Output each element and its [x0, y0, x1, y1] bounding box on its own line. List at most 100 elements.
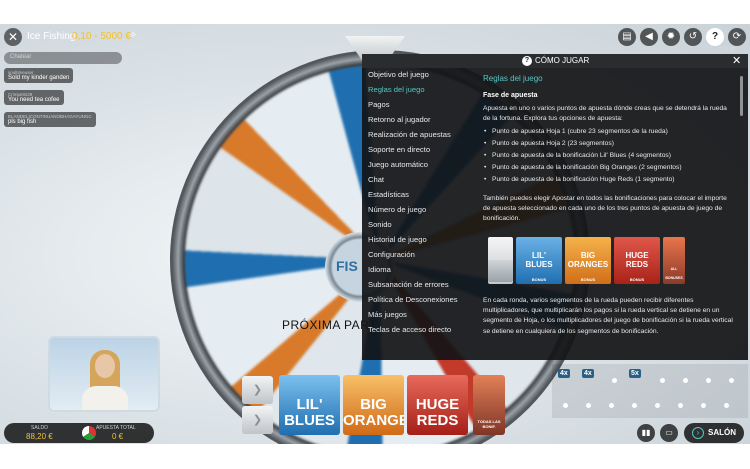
card-label: BIG ORANGES: [343, 396, 404, 429]
help-icon[interactable]: ?: [706, 28, 724, 46]
board-dot: [655, 403, 660, 408]
balance-box: SALDO 88,20 € APUESTA TOTAL 0 €: [4, 423, 154, 443]
how-to-play-panel: ? CÓMO JUGAR ✕ Objetivo del juego Reglas…: [362, 54, 748, 360]
nav-item[interactable]: Sonido: [368, 220, 392, 229]
clock-text: 17:46:30: [716, 47, 736, 53]
bullet-item: Punto de apuesta Hoja 2 (23 segmentos): [484, 140, 614, 147]
chat-message: soultimeuser Sold my kinder ganden: [4, 68, 74, 83]
board-dot: [586, 403, 591, 408]
multiplier-badge: 4x: [582, 369, 594, 378]
nav-item[interactable]: Pagos: [368, 100, 390, 109]
thumb-sub: BONUS: [629, 277, 645, 282]
board-dot: [706, 378, 711, 383]
board-dot: [683, 378, 688, 383]
help-title: CÓMO JUGAR: [535, 56, 590, 65]
board-dot: [724, 403, 729, 408]
big-oranges-bet-spot[interactable]: BIG ORANGES: [343, 375, 404, 435]
leaf-2-bet-spot[interactable]: ❯: [242, 406, 273, 434]
question-icon: ?: [522, 56, 532, 66]
presenter-video[interactable]: [48, 336, 160, 412]
thumb-sub: BONUS: [580, 277, 596, 282]
top-bar: ✕ Ice Fishing 0,10 - 5000 € ✧ ▤ ◀ ✹ ↺ ? …: [0, 24, 750, 50]
leaf-1-bet-spot[interactable]: ❯: [242, 376, 273, 404]
fullscreen-icon[interactable]: ⟳: [728, 28, 746, 46]
board-dot: [660, 378, 665, 383]
lobby-button[interactable]: › SALÓN: [684, 423, 744, 443]
video-icon[interactable]: ▭: [660, 424, 678, 442]
bet-limits[interactable]: 0,10 - 5000 €: [72, 31, 131, 42]
nav-item[interactable]: Retorno al jugador: [368, 115, 430, 124]
statistics-icon[interactable]: ▮▮: [637, 424, 655, 442]
huge-reds-thumb: HUGE REDS BONUS: [614, 237, 660, 284]
all-bonus-paragraph: También puedes elegir Apostar en todos l…: [483, 195, 727, 223]
nav-item[interactable]: Objetivo del juego: [368, 70, 429, 79]
board-dot: [563, 403, 568, 408]
card-label: LIL' BLUES: [284, 396, 335, 429]
all-bonuses-bet-spot[interactable]: TODAS LAS BONIF.: [473, 375, 505, 435]
thumb-label: LIL' BLUES: [525, 251, 553, 269]
thumb-label: BIG ORANGES: [567, 251, 609, 269]
chat-input[interactable]: Chatear: [4, 52, 122, 64]
multiplier-badge: 5x: [629, 369, 641, 378]
nav-item[interactable]: Número de juego: [368, 205, 426, 214]
board-dot: [609, 403, 614, 408]
nav-item[interactable]: Estadísticas: [368, 190, 409, 199]
multiplier-paragraph: En cada ronda, varios segmentos de la ru…: [483, 297, 733, 335]
side-spot-thumb: [488, 260, 513, 282]
scrollbar[interactable]: [740, 76, 743, 116]
lil-blues-thumb: LIL' BLUES BONUS: [516, 237, 562, 284]
nav-item[interactable]: Historial de juego: [368, 235, 427, 244]
history-icon[interactable]: ↺: [684, 28, 702, 46]
nav-item-active[interactable]: Reglas del juego: [368, 85, 425, 94]
board-dot: [729, 378, 734, 383]
bullet-item: Punto de apuesta de la bonificación Lil'…: [484, 152, 671, 159]
balance-value: 88,20 €: [26, 432, 53, 441]
nav-item[interactable]: Política de Desconexiones: [368, 295, 458, 304]
nav-item[interactable]: Chat: [368, 175, 384, 184]
help-content: Reglas del juego Fase de apuesta Apuesta…: [478, 70, 734, 360]
arrow-right-icon: ›: [692, 427, 704, 439]
bullet-item: Punto de apuesta de la bonificación Huge…: [484, 176, 675, 183]
chat-text: Sold my kinder ganden: [8, 75, 70, 81]
favorite-icon[interactable]: ✧: [129, 30, 137, 41]
close-icon[interactable]: ✕: [732, 54, 741, 67]
nav-item[interactable]: Idioma: [368, 265, 391, 274]
presenter-head: [95, 354, 115, 378]
sound-icon[interactable]: ◀: [640, 28, 658, 46]
lil-blues-bet-spot[interactable]: LIL' BLUES: [279, 375, 340, 435]
nav-item[interactable]: Juego automático: [368, 160, 428, 169]
nav-item[interactable]: Configuración: [368, 250, 415, 259]
thumb-label: HUGE REDS: [625, 251, 649, 269]
balance-label: SALDO: [31, 425, 48, 431]
all-bonuses-thumb: ALL BONUSES: [663, 237, 685, 284]
nav-item[interactable]: Teclas de acceso directo: [368, 325, 451, 334]
game-title: Ice Fishing: [27, 31, 76, 42]
huge-reds-bet-spot[interactable]: HUGE REDS: [407, 375, 468, 435]
settings-icon[interactable]: ✹: [662, 28, 680, 46]
nav-item[interactable]: Soporte en directo: [368, 145, 430, 154]
card-label: TODAS LAS BONIF.: [477, 419, 501, 429]
big-oranges-thumb: BIG ORANGES BONUS: [565, 237, 611, 284]
board-dot: [612, 378, 617, 383]
chat-message: Crimpetin29 You need tea cofee: [4, 90, 64, 105]
wheel-hub-text: FIS: [336, 258, 358, 274]
presenter-body: [82, 386, 128, 410]
board-dot: [632, 403, 637, 408]
intro-paragraph: Apuesta en uno o varios puntos de apuest…: [483, 105, 727, 123]
chat-text: pls big fish: [8, 119, 37, 125]
total-bet-label: APUESTA TOTAL: [96, 425, 136, 431]
chat-message: ELANDELICONTINUANOBHAGAYUNGC pls big fis…: [4, 112, 96, 127]
nav-item[interactable]: Subsanación de errores: [368, 280, 449, 289]
help-header: ? CÓMO JUGAR ✕: [362, 54, 748, 68]
thumb-label: ALL BONUSES: [665, 267, 683, 280]
chips-icon[interactable]: [82, 426, 96, 440]
bullet-item: Punto de apuesta Hoja 1 (cubre 23 segmen…: [484, 128, 668, 135]
phase-title: Fase de apuesta: [483, 92, 538, 99]
multiplier-badge: 4x: [558, 369, 570, 378]
thumb-sub: BONUS: [531, 277, 547, 282]
chat-icon[interactable]: ▤: [618, 28, 636, 46]
nav-item[interactable]: Realización de apuestas: [368, 130, 451, 139]
close-icon[interactable]: ✕: [4, 28, 22, 46]
nav-item[interactable]: Más juegos: [368, 310, 407, 319]
board-dot: [678, 403, 683, 408]
